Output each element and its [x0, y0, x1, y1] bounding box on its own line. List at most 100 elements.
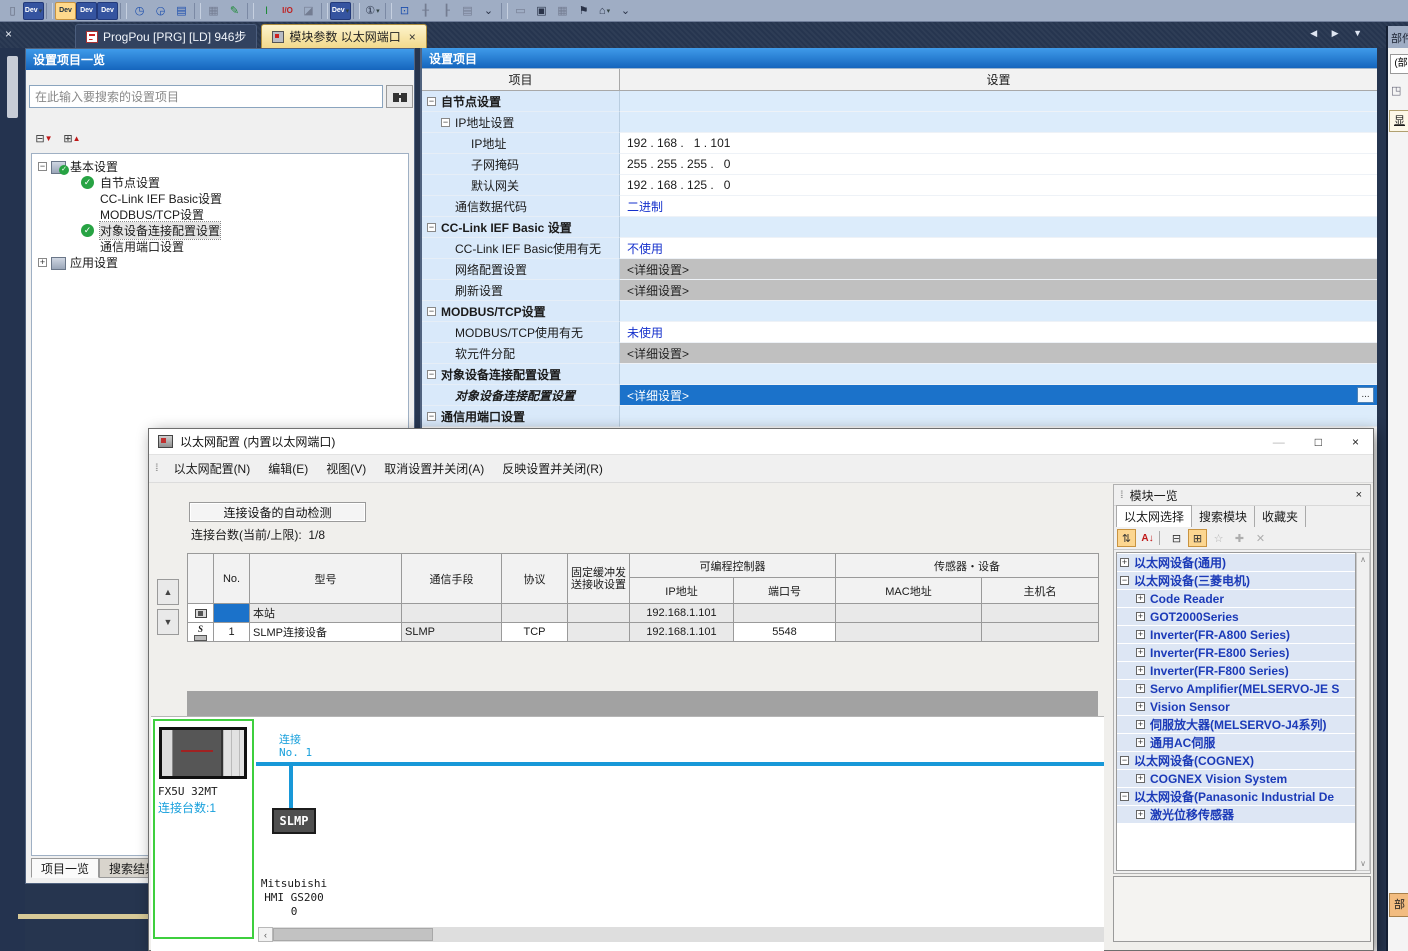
watch-window-icon[interactable]: ◷: [129, 2, 150, 20]
expand-toggle[interactable]: +: [1120, 558, 1129, 567]
expand-toggle[interactable]: +: [1136, 684, 1145, 693]
expand-toggle[interactable]: +: [38, 258, 47, 267]
toolbar-separator[interactable]: [46, 3, 53, 19]
settings-row[interactable]: − 对象设备连接配置设置: [422, 364, 1377, 385]
option-window-icon[interactable]: ▭: [510, 2, 531, 20]
function-list-icon[interactable]: ▤: [171, 2, 192, 20]
close-icon[interactable]: ×: [1352, 435, 1359, 449]
expand-toggle[interactable]: +: [1136, 738, 1145, 747]
menu-item[interactable]: 反映设置并关闭(R): [493, 460, 612, 477]
toolbar-separator[interactable]: [194, 3, 201, 19]
settings-row[interactable]: 网络配置设置 <详细设置>: [422, 259, 1377, 280]
tree-item[interactable]: + 应用设置: [32, 254, 408, 270]
module-list-item[interactable]: + Servo Amplifier(MELSERVO-JE S: [1117, 680, 1355, 697]
module-list-item[interactable]: + 通用AC伺服: [1117, 734, 1355, 751]
settings-row[interactable]: 刷新设置 <详细设置>: [422, 280, 1377, 301]
tab-scroll-buttons[interactable]: ◀ ▶ ▼: [1310, 28, 1368, 39]
expand-toggle[interactable]: −: [38, 162, 47, 171]
toolbar-separator[interactable]: [321, 3, 328, 19]
expand-toggle[interactable]: −: [427, 223, 436, 232]
toolbar-separator[interactable]: [385, 3, 392, 19]
sort-order-icon[interactable]: ⇅: [1117, 529, 1136, 547]
ladder-branch-icon[interactable]: ╂: [415, 2, 436, 20]
toolbar-overflow2-icon[interactable]: ⌄: [615, 2, 636, 20]
module-tab[interactable]: 收藏夹: [1255, 506, 1306, 527]
settings-row[interactable]: 默认网关 192 . 168 . 125 . 0: [422, 175, 1377, 196]
scroll-down-icon[interactable]: ∨: [1357, 857, 1369, 870]
expand-toggle[interactable]: +: [1136, 720, 1145, 729]
module-list-item[interactable]: − 以太网设备(COGNEX): [1117, 752, 1355, 769]
settings-row[interactable]: 子网掩码 255 . 255 . 255 . 0: [422, 154, 1377, 175]
expand-toggle[interactable]: −: [427, 412, 436, 421]
menu-item[interactable]: 视图(V): [317, 460, 375, 477]
module-list-item[interactable]: − 以太网设备(Panasonic Industrial De: [1117, 788, 1355, 805]
search-button[interactable]: [386, 85, 413, 108]
expand-toggle[interactable]: −: [1120, 756, 1129, 765]
table-row-host[interactable]: 本站 192.168.1.101: [188, 604, 1099, 623]
dock-bottom-tab[interactable]: 部: [1389, 893, 1408, 917]
module-list-item[interactable]: + Inverter(FR-E800 Series): [1117, 644, 1355, 661]
module-tab[interactable]: 搜索模块: [1192, 506, 1255, 527]
tab-progpou[interactable]: ProgPou [PRG] [LD] 946步: [75, 24, 257, 48]
minimize-icon[interactable]: —: [1273, 435, 1285, 449]
module-box-icon[interactable]: ▣: [531, 2, 552, 20]
verify-icon[interactable]: ▦: [203, 2, 224, 20]
io-check-icon[interactable]: I/O: [277, 2, 298, 20]
close-icon[interactable]: ×: [5, 27, 12, 41]
settings-row[interactable]: MODBUS/TCP使用有无 未使用: [422, 322, 1377, 343]
detail-settings-button[interactable]: ...: [1357, 387, 1374, 403]
toolbar-separator[interactable]: [120, 3, 127, 19]
module-list-item[interactable]: + Inverter(FR-A800 Series): [1117, 626, 1355, 643]
tree-item[interactable]: 对象设备连接配置设置: [32, 222, 408, 238]
ladder-rail-icon[interactable]: ┠: [436, 2, 457, 20]
zoom-level-icon[interactable]: ①: [362, 2, 383, 20]
settings-row[interactable]: 对象设备连接配置设置 <详细设置> ...: [422, 385, 1377, 406]
tree-item[interactable]: 通信用端口设置: [32, 238, 408, 254]
splitter-handle[interactable]: [7, 56, 18, 118]
module-list-header[interactable]: ⁞⁞ 模块一览 ×: [1114, 485, 1370, 506]
scroll-up-icon[interactable]: ∧: [1357, 553, 1369, 566]
settings-row[interactable]: − IP地址设置: [422, 112, 1377, 133]
bookmark-icon[interactable]: ⚑: [573, 2, 594, 20]
expand-toggle[interactable]: +: [1136, 594, 1145, 603]
menu-item[interactable]: 以太网配置(N): [165, 460, 260, 477]
tree-item[interactable]: CC-Link IEF Basic设置: [32, 190, 408, 206]
expand-toggle[interactable]: −: [1120, 576, 1129, 585]
tab-module-parameter[interactable]: 模块参数 以太网端口 ×: [261, 24, 426, 48]
row-move-up-button[interactable]: ▲: [157, 579, 179, 605]
module-list-item[interactable]: + 以太网设备(通用): [1117, 554, 1355, 571]
settings-row[interactable]: − 通信用端口设置: [422, 406, 1377, 427]
eraser-icon[interactable]: ◪: [298, 2, 319, 20]
expand-toggle[interactable]: +: [1136, 612, 1145, 621]
module-list-item[interactable]: + Code Reader: [1117, 590, 1355, 607]
expand-all-icon[interactable]: ⊞: [1188, 529, 1207, 547]
favorite-delete-icon[interactable]: ✕: [1251, 529, 1270, 547]
monitor-device-icon[interactable]: Dev: [330, 2, 351, 20]
grid-table-icon[interactable]: ▦: [552, 2, 573, 20]
expand-toggle[interactable]: −: [1120, 792, 1129, 801]
device-view-icon[interactable]: Dev: [55, 2, 76, 20]
collapse-all-icon[interactable]: ⊟: [1167, 529, 1186, 547]
favorite-add-icon[interactable]: ✚: [1230, 529, 1249, 547]
module-list-item[interactable]: + 激光位移传感器: [1117, 806, 1355, 823]
expand-toggle[interactable]: +: [1136, 630, 1145, 639]
favorite-star-icon[interactable]: ☆: [1209, 529, 1228, 547]
device-blocks-icon[interactable]: Dev: [76, 2, 97, 20]
search-input[interactable]: [29, 85, 383, 108]
module-list-item[interactable]: + 伺服放大器(MELSERVO-J4系列): [1117, 716, 1355, 733]
settings-row[interactable]: CC-Link IEF Basic使用有无 不使用: [422, 238, 1377, 259]
expand-toggle[interactable]: +: [1136, 666, 1145, 675]
expand-toggle[interactable]: +: [1136, 810, 1145, 819]
tree-item[interactable]: − 基本设置: [32, 158, 408, 174]
module-list-item[interactable]: + GOT2000Series: [1117, 608, 1355, 625]
sort-az-icon[interactable]: A↓: [1138, 529, 1157, 547]
module-tab[interactable]: 以太网选择: [1116, 505, 1192, 527]
maximize-icon[interactable]: □: [1315, 435, 1322, 449]
collapse-all-icon[interactable]: ⊟▼: [34, 129, 54, 147]
expand-toggle[interactable]: +: [1136, 774, 1145, 783]
expand-toggle[interactable]: +: [1136, 702, 1145, 711]
selected-cell[interactable]: [214, 604, 250, 623]
module-toolbar-separator[interactable]: [1159, 531, 1165, 545]
module-list-item[interactable]: + Vision Sensor: [1117, 698, 1355, 715]
module-list-item[interactable]: + COGNEX Vision System: [1117, 770, 1355, 787]
